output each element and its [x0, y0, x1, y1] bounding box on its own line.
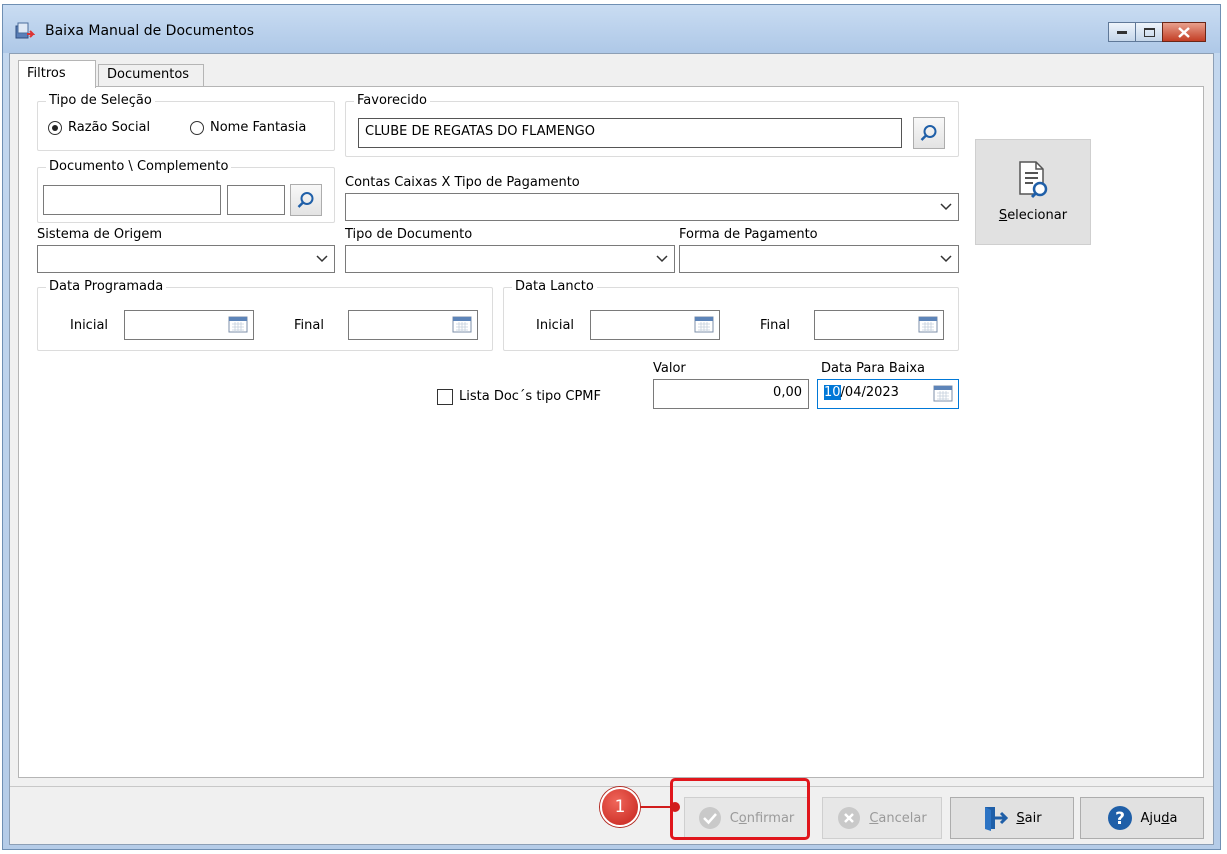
complemento-input[interactable]: [227, 185, 285, 215]
annotation-number-badge: 1: [600, 787, 640, 827]
group-label: Tipo de Seleção: [46, 93, 155, 109]
tipo-documento-label: Tipo de Documento: [345, 227, 473, 242]
radio-label: Razão Social: [68, 120, 151, 135]
group-label: Data Lancto: [512, 279, 597, 295]
cancelar-label: Cancelar: [869, 811, 926, 826]
group-label: Documento \ Complemento: [46, 159, 232, 175]
inicial-label: Inicial: [70, 318, 109, 333]
maximize-button[interactable]: [1135, 22, 1163, 42]
calendar-icon[interactable]: [933, 385, 953, 402]
tab-documentos[interactable]: Documentos: [98, 64, 204, 86]
forma-pagamento-label: Forma de Pagamento: [679, 227, 818, 242]
filtros-page: Tipo de Seleção Razão Social Nome Fantas…: [18, 86, 1204, 778]
annotation-number: 1: [614, 797, 626, 817]
app-window: Baixa Manual de Documentos Filtros Docum…: [2, 4, 1221, 850]
chevron-down-icon: [316, 255, 328, 263]
exit-door-icon: [982, 805, 1009, 831]
minimize-button[interactable]: [1108, 22, 1136, 42]
favorecido-search-button[interactable]: [913, 117, 945, 149]
close-button[interactable]: [1162, 22, 1206, 42]
document-search-icon: [1019, 161, 1048, 199]
data-programada-inicial-input[interactable]: [124, 310, 254, 340]
valor-value: 0,00: [773, 385, 802, 400]
documento-group: Documento \ Complemento: [37, 159, 335, 223]
calendar-icon[interactable]: [452, 316, 472, 333]
tipo-selecao-group: Tipo de Seleção Razão Social Nome Fantas…: [37, 93, 335, 151]
client-area: Filtros Documentos Tipo de Seleção Razão…: [9, 53, 1214, 845]
lista-cpmf-checkbox[interactable]: [437, 389, 453, 405]
ajuda-button[interactable]: ? Ajuda: [1080, 797, 1204, 839]
inicial-label: Inicial: [536, 318, 575, 333]
data-programada-final-input[interactable]: [348, 310, 478, 340]
chevron-down-icon: [656, 255, 668, 263]
chevron-down-icon: [940, 255, 952, 263]
final-label: Final: [294, 318, 324, 333]
favorecido-value: CLUBE DE REGATAS DO FLAMENGO: [365, 124, 595, 139]
accel-key: d: [1161, 810, 1170, 826]
data-baixa-input[interactable]: 10/04/2023: [817, 379, 959, 409]
sair-label: Sair: [1016, 811, 1041, 826]
forma-pagamento-select[interactable]: [679, 245, 959, 273]
group-label: Data Programada: [46, 279, 167, 295]
ajuda-label: Ajuda: [1141, 811, 1178, 826]
maximize-icon: [1143, 27, 1155, 37]
help-question-icon: ?: [1107, 805, 1133, 831]
data-lancto-inicial-input[interactable]: [590, 310, 720, 340]
contas-caixas-label: Contas Caixas X Tipo de Pagamento: [345, 175, 580, 190]
tab-filtros[interactable]: Filtros: [18, 60, 96, 88]
lista-cpmf-label: Lista Doc´s tipo CPMF: [459, 389, 601, 404]
date-selected-part: 10: [824, 385, 841, 400]
data-lancto-final-input[interactable]: [814, 310, 944, 340]
tipo-documento-select[interactable]: [345, 245, 675, 273]
minimize-icon: [1117, 31, 1127, 34]
favorecido-input[interactable]: CLUBE DE REGATAS DO FLAMENGO: [358, 118, 902, 148]
documento-input[interactable]: [43, 185, 221, 215]
sistema-origem-label: Sistema de Origem: [37, 227, 162, 242]
label-pre: Aju: [1140, 810, 1162, 826]
tab-label: Filtros: [27, 66, 66, 81]
calendar-icon[interactable]: [228, 316, 248, 333]
accel-key: S: [1016, 810, 1025, 826]
selecionar-button[interactable]: Selecionar: [975, 139, 1091, 245]
sair-button[interactable]: Sair: [950, 797, 1074, 839]
search-icon: [297, 192, 314, 208]
svg-text:?: ?: [1115, 809, 1125, 829]
calendar-icon[interactable]: [694, 316, 714, 333]
sistema-origem-select[interactable]: [37, 245, 335, 273]
contas-caixas-select[interactable]: [345, 193, 959, 221]
search-icon: [920, 125, 937, 141]
tab-label: Documentos: [107, 67, 190, 82]
favorecido-group: Favorecido CLUBE DE REGATAS DO FLAMENGO: [345, 93, 959, 157]
window-title: Baixa Manual de Documentos: [45, 23, 255, 39]
final-label: Final: [760, 318, 790, 333]
documento-search-button[interactable]: [290, 184, 322, 216]
label-rest: a: [1169, 810, 1178, 826]
date-rest: /04/2023: [840, 385, 899, 400]
annotation-dot: [670, 802, 680, 812]
annotation-highlight-box: [670, 778, 810, 840]
cancel-circle-icon: [837, 806, 861, 830]
radio-razao-social[interactable]: [48, 121, 62, 135]
valor-input[interactable]: 0,00: [653, 379, 809, 409]
radio-nome-fantasia[interactable]: [190, 121, 204, 135]
valor-label: Valor: [653, 361, 686, 376]
group-label: Favorecido: [354, 93, 430, 109]
radio-label: Nome Fantasia: [210, 120, 307, 135]
accel-key: S: [998, 208, 1008, 223]
title-bar[interactable]: Baixa Manual de Documentos: [3, 5, 1220, 53]
selecionar-label: Selecionar: [976, 208, 1090, 224]
close-icon: [1178, 26, 1190, 38]
label-rest: air: [1024, 810, 1042, 826]
label-rest: elecionar: [1007, 208, 1068, 223]
document-app-icon: [15, 22, 35, 39]
data-baixa-label: Data Para Baixa: [821, 361, 925, 376]
cancelar-button[interactable]: Cancelar: [822, 797, 942, 839]
calendar-icon[interactable]: [918, 316, 938, 333]
data-lancto-group: Data Lancto Inicial Final: [503, 279, 959, 351]
label-rest: ancelar: [878, 810, 927, 826]
data-programada-group: Data Programada Inicial Final: [37, 279, 493, 351]
chevron-down-icon: [940, 203, 952, 211]
